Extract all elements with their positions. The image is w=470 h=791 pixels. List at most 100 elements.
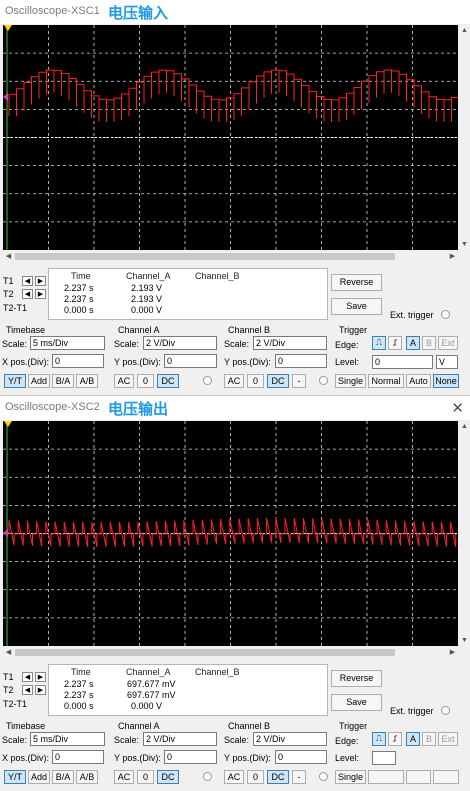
timebase-scale-field[interactable]: 5 ms/Div — [30, 732, 105, 746]
horizontal-scrollbar[interactable]: ◀ ▶ — [3, 647, 458, 658]
trigger-level-unit[interactable]: V — [436, 355, 458, 369]
channel-a-trace — [8, 517, 457, 548]
ab-button[interactable]: A/B — [76, 374, 98, 388]
channel-b-zero-button[interactable]: 0 — [247, 374, 264, 388]
channel-a-zero-button[interactable]: 0 — [137, 770, 154, 784]
channel-a-radio[interactable] — [203, 376, 212, 385]
channel-b-dc-button[interactable]: DC — [267, 770, 289, 784]
channel-b-radio[interactable] — [319, 376, 328, 385]
channel-a-zero-button[interactable]: 0 — [137, 374, 154, 388]
none-button[interactable] — [433, 770, 459, 784]
none-button[interactable]: None — [433, 374, 459, 388]
ext-trigger-label: Ext. trigger — [390, 310, 434, 320]
add-button[interactable]: Add — [28, 374, 50, 388]
t2-right-arrow-icon[interactable]: ▶ — [35, 289, 46, 299]
channel-a-dc-button[interactable]: DC — [157, 374, 179, 388]
t1-right-arrow-icon[interactable]: ▶ — [35, 276, 46, 286]
single-button[interactable]: Single — [335, 374, 366, 388]
channel-b-zero-button[interactable]: 0 — [247, 770, 264, 784]
channel-b-ypos-field[interactable]: 0 — [275, 354, 327, 368]
cursor-handle-icon[interactable] — [4, 25, 12, 31]
add-button[interactable]: Add — [28, 770, 50, 784]
t1-left-arrow-icon[interactable]: ◀ — [22, 276, 33, 286]
t1-left-arrow-icon[interactable]: ◀ — [22, 672, 33, 682]
row-label-t2-t1: T2-T1 — [3, 303, 28, 313]
trigger-level-field[interactable]: 0 — [372, 355, 433, 369]
trigger-level-field[interactable] — [372, 751, 396, 765]
channel-b-ypos-label: Y pos.(Div): — [224, 357, 271, 367]
scroll-thumb[interactable] — [15, 649, 395, 656]
timebase-xpos-field[interactable]: 0 — [52, 750, 104, 764]
ba-button[interactable]: B/A — [52, 770, 74, 784]
falling-edge-icon[interactable]: ⎎ — [388, 732, 402, 746]
channel-a-ypos-field[interactable]: 0 — [164, 750, 217, 764]
ext-trigger-radio[interactable] — [441, 310, 450, 319]
vertical-scrollbar[interactable]: ▲ ▼ — [459, 25, 470, 250]
vertical-scrollbar[interactable]: ▲ ▼ — [459, 421, 470, 646]
close-icon[interactable]: ✕ — [451, 399, 464, 417]
ba-button[interactable]: B/A — [52, 374, 74, 388]
t2-left-arrow-icon[interactable]: ◀ — [22, 685, 33, 695]
scroll-down-icon[interactable]: ▼ — [459, 635, 470, 646]
scroll-left-icon[interactable]: ◀ — [3, 251, 14, 262]
scroll-thumb[interactable] — [15, 253, 395, 260]
timebase-scale-field[interactable]: 5 ms/Div — [30, 336, 105, 350]
t2-t1-time: 0.000 s — [64, 305, 94, 315]
channel-a-radio[interactable] — [203, 772, 212, 781]
auto-button[interactable] — [406, 770, 431, 784]
scroll-right-icon[interactable]: ▶ — [447, 251, 458, 262]
trigger-ext-button[interactable]: Ext — [438, 732, 458, 746]
falling-edge-icon[interactable]: ⎎ — [388, 336, 402, 350]
channel-a-trace — [8, 69, 458, 122]
rising-edge-icon[interactable]: ⎍ — [372, 732, 386, 746]
channel-b-ac-button[interactable]: AC — [224, 374, 244, 388]
timebase-xpos-field[interactable]: 0 — [52, 354, 104, 368]
trigger-b-button[interactable]: B — [422, 732, 436, 746]
auto-button[interactable]: Auto — [406, 374, 431, 388]
cursor-handle-icon[interactable] — [4, 421, 12, 427]
channel-a-scale-field[interactable]: 2 V/Div — [143, 732, 217, 746]
channel-b-minus-button[interactable]: - — [292, 374, 306, 388]
oscilloscope-window-2: Oscilloscope-XSC2 电压输出 ✕ ▲ ▼ ◀ ▶ T1 T2 T… — [0, 396, 470, 791]
scroll-left-icon[interactable]: ◀ — [3, 647, 14, 658]
single-button[interactable]: Single — [335, 770, 366, 784]
t1-right-arrow-icon[interactable]: ▶ — [35, 672, 46, 682]
channel-b-scale-field[interactable]: 2 V/Div — [253, 336, 327, 350]
window-title: Oscilloscope-XSC1 — [5, 5, 100, 17]
rising-edge-icon[interactable]: ⎍ — [372, 336, 386, 350]
trigger-edge-label: Edge: — [335, 736, 359, 746]
scroll-right-icon[interactable]: ▶ — [447, 647, 458, 658]
t2-left-arrow-icon[interactable]: ◀ — [22, 289, 33, 299]
channel-b-radio[interactable] — [319, 772, 328, 781]
channel-a-ypos-field[interactable]: 0 — [164, 354, 217, 368]
channel-b-minus-button[interactable]: - — [292, 770, 306, 784]
save-button[interactable]: Save — [331, 694, 382, 711]
channel-a-dc-button[interactable]: DC — [157, 770, 179, 784]
normal-button[interactable]: Normal — [368, 374, 404, 388]
channel-b-dc-button[interactable]: DC — [267, 374, 289, 388]
yt-button[interactable]: Y/T — [4, 770, 26, 784]
ext-trigger-radio[interactable] — [441, 706, 450, 715]
t2-right-arrow-icon[interactable]: ▶ — [35, 685, 46, 695]
normal-button[interactable] — [368, 770, 404, 784]
channel-b-ypos-field[interactable]: 0 — [275, 750, 327, 764]
channel-a-ac-button[interactable]: AC — [114, 374, 134, 388]
reverse-button[interactable]: Reverse — [331, 670, 382, 687]
trigger-a-button[interactable]: A — [406, 336, 420, 350]
reverse-button[interactable]: Reverse — [331, 274, 382, 291]
trigger-ext-button[interactable]: Ext — [438, 336, 458, 350]
channel-b-ac-button[interactable]: AC — [224, 770, 244, 784]
scroll-up-icon[interactable]: ▲ — [459, 25, 470, 36]
ab-button[interactable]: A/B — [76, 770, 98, 784]
timebase-scale-label: Scale: — [2, 735, 28, 745]
scroll-up-icon[interactable]: ▲ — [459, 421, 470, 432]
trigger-a-button[interactable]: A — [406, 732, 420, 746]
channel-b-scale-field[interactable]: 2 V/Div — [253, 732, 327, 746]
channel-a-ac-button[interactable]: AC — [114, 770, 134, 784]
horizontal-scrollbar[interactable]: ◀ ▶ — [3, 251, 458, 262]
yt-button[interactable]: Y/T — [4, 374, 26, 388]
save-button[interactable]: Save — [331, 298, 382, 315]
channel-a-scale-field[interactable]: 2 V/Div — [143, 336, 217, 350]
trigger-b-button[interactable]: B — [422, 336, 436, 350]
scroll-down-icon[interactable]: ▼ — [459, 239, 470, 250]
